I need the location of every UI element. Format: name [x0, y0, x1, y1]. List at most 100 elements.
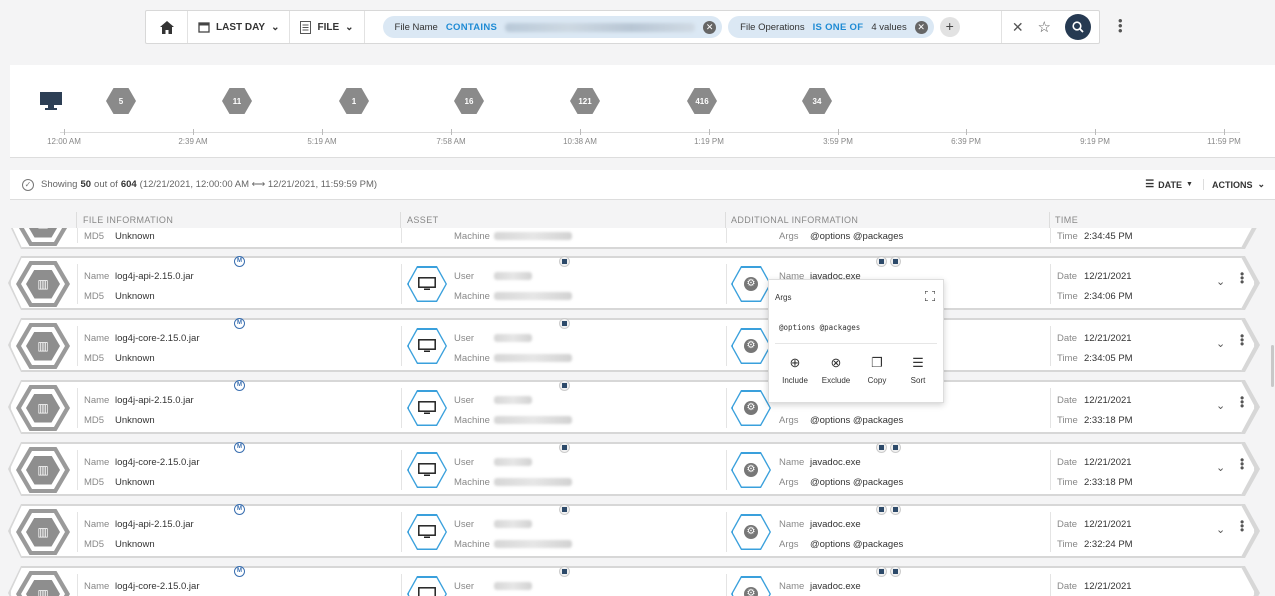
sort-button[interactable]: ☰ Sort — [900, 354, 936, 385]
remove-chip-icon[interactable]: ✕ — [914, 20, 928, 34]
user-label: User — [454, 581, 475, 592]
search-button[interactable] — [1065, 14, 1091, 40]
file-name-value[interactable]: log4j-api-2.15.0.jar — [115, 395, 194, 406]
exclude-button[interactable]: ⊗ Exclude — [818, 354, 854, 385]
file-hex-icon: ▥ — [16, 509, 70, 555]
row-menu-icon[interactable]: • • • — [1240, 334, 1244, 346]
table-row[interactable]: ▥ Name log4j-api-2.15.0.jar MD5 Unknown Us… — [10, 257, 1255, 309]
windows-badge-icon[interactable] — [559, 256, 570, 267]
copy-button[interactable]: ❐ Copy — [859, 354, 895, 385]
column-additional-information[interactable]: ADDITIONAL INFORMATION — [731, 215, 858, 225]
timeline-tick — [709, 129, 710, 135]
gear-icon: ⚙ — [744, 587, 758, 596]
file-name-value[interactable]: log4j-core-2.15.0.jar — [115, 457, 200, 468]
column-asset[interactable]: ASSET — [407, 215, 439, 225]
table-row[interactable]: ▥ Name log4j-core-2.15.0.jar MD5 Unknown U… — [10, 443, 1255, 495]
table-row[interactable]: ▥ Name log4j-api-2.15.0.jar MD5 Unknown Us… — [10, 381, 1255, 433]
args-value[interactable]: @options @packages — [810, 477, 903, 488]
user-value-redacted — [494, 458, 532, 466]
computer-badge-icon[interactable] — [876, 566, 887, 577]
name-label: Name — [779, 457, 805, 468]
time-range-dropdown[interactable]: LAST DAY ⌄ — [188, 11, 291, 43]
process-name-value[interactable]: javadoc.exe — [810, 519, 861, 530]
computer-badge-icon[interactable] — [876, 256, 887, 267]
module-badge-icon[interactable]: M — [234, 256, 245, 267]
module-badge-icon[interactable]: M — [234, 442, 245, 453]
timeline-bucket[interactable]: 16 — [454, 88, 484, 114]
table-row[interactable]: ▥ Name log4j-core-2.15.0.jar MD5 Unknown U… — [10, 319, 1255, 371]
clear-icon[interactable]: ✕ — [1012, 19, 1024, 36]
actions-button[interactable]: ACTIONS ⌄ — [1202, 179, 1265, 190]
entity-dropdown[interactable]: FILE ⌄ — [290, 11, 365, 43]
expand-row-icon[interactable]: ⌄ — [1216, 275, 1225, 288]
windows-badge-icon[interactable] — [559, 504, 570, 515]
file-name-value[interactable]: log4j-api-2.15.0.jar — [115, 271, 194, 282]
process-name-value[interactable]: javadoc.exe — [810, 581, 861, 592]
expand-row-icon[interactable]: ⌄ — [1216, 337, 1225, 350]
expand-row-icon[interactable]: ⌄ — [1216, 523, 1225, 536]
file-name-value[interactable]: log4j-core-2.15.0.jar — [115, 581, 200, 592]
row-menu-icon[interactable]: • • • — [1240, 396, 1244, 408]
computer-badge-icon[interactable] — [876, 442, 887, 453]
remove-chip-icon[interactable]: ✕ — [703, 20, 717, 34]
add-filter-button[interactable]: + — [939, 17, 960, 37]
cell-divider — [401, 388, 402, 428]
module-badge-icon[interactable]: M — [234, 566, 245, 577]
timeline-bucket[interactable]: 11 — [222, 88, 252, 114]
timeline-bucket[interactable]: 121 — [570, 88, 600, 114]
expand-icon[interactable] — [925, 291, 935, 301]
args-value[interactable]: @options @packages — [810, 415, 903, 426]
file-name-value[interactable]: log4j-api-2.15.0.jar — [115, 519, 194, 530]
timeline-bucket[interactable]: 1 — [339, 88, 369, 114]
timeline-bucket[interactable]: 34 — [802, 88, 832, 114]
windows-badge-icon[interactable] — [559, 566, 570, 577]
more-options-icon[interactable]: • • • — [1118, 14, 1123, 37]
file-name-value[interactable]: log4j-core-2.15.0.jar — [115, 333, 200, 344]
expand-row-icon[interactable]: ⌄ — [1216, 399, 1225, 412]
expand-row-icon[interactable]: ⌄ — [1216, 461, 1225, 474]
md5-value[interactable]: Unknown — [115, 539, 155, 550]
md5-value[interactable]: Unknown — [115, 477, 155, 488]
timeline-bucket[interactable]: 416 — [687, 88, 717, 114]
md5-value[interactable]: Unknown — [115, 415, 155, 426]
sort-by-date-button[interactable]: ☰ DATE ▼ — [1145, 179, 1193, 190]
table-row[interactable]: ▥ MD5 Unknown Machine Args @options @packa… — [10, 228, 1255, 248]
scrollbar[interactable] — [1271, 345, 1274, 387]
user-badge-icon[interactable] — [890, 504, 901, 515]
home-button[interactable] — [146, 11, 188, 43]
star-icon[interactable]: ☆ — [1038, 18, 1051, 36]
table-row[interactable]: ▥ Name log4j-api-2.15.0.jar MD5 Unknown Us… — [10, 505, 1255, 557]
module-badge-icon[interactable]: M — [234, 504, 245, 515]
filter-chip-file-operations[interactable]: File Operations IS ONE OF 4 values ✕ — [728, 16, 934, 38]
windows-badge-icon[interactable] — [559, 380, 570, 391]
computer-badge-icon[interactable] — [876, 504, 887, 515]
popup-value[interactable]: @options @packages — [779, 323, 860, 332]
windows-badge-icon[interactable] — [559, 318, 570, 329]
process-name-value[interactable]: javadoc.exe — [810, 457, 861, 468]
column-file-information[interactable]: FILE INFORMATION — [83, 215, 173, 225]
user-badge-icon[interactable] — [890, 566, 901, 577]
md5-value[interactable]: Unknown — [115, 231, 155, 242]
user-badge-icon[interactable] — [890, 442, 901, 453]
module-badge-icon[interactable]: M — [234, 318, 245, 329]
windows-badge-icon[interactable] — [559, 442, 570, 453]
asset-hex — [407, 576, 447, 596]
md5-value[interactable]: Unknown — [115, 291, 155, 302]
time-value: 2:34:45 PM — [1084, 231, 1133, 242]
table-row[interactable]: ▥ Name log4j-core-2.15.0.jar User ⚙ Name j… — [10, 567, 1255, 596]
timeline-bucket[interactable]: 5 — [106, 88, 136, 114]
user-badge-icon[interactable] — [890, 256, 901, 267]
time-value: 2:32:24 PM — [1084, 539, 1133, 550]
row-menu-icon[interactable]: • • • — [1240, 272, 1244, 284]
args-value[interactable]: @options @packages — [810, 231, 903, 242]
include-button[interactable]: ⊕ Include — [777, 354, 813, 385]
column-time[interactable]: TIME — [1055, 215, 1078, 225]
row-menu-icon[interactable]: • • • — [1240, 520, 1244, 532]
md5-value[interactable]: Unknown — [115, 353, 155, 364]
timeline-tick — [193, 129, 194, 135]
cell-divider — [401, 450, 402, 490]
args-value[interactable]: @options @packages — [810, 539, 903, 550]
filter-chip-file-name[interactable]: File Name CONTAINS ✕ — [382, 16, 723, 38]
row-menu-icon[interactable]: • • • — [1240, 458, 1244, 470]
module-badge-icon[interactable]: M — [234, 380, 245, 391]
